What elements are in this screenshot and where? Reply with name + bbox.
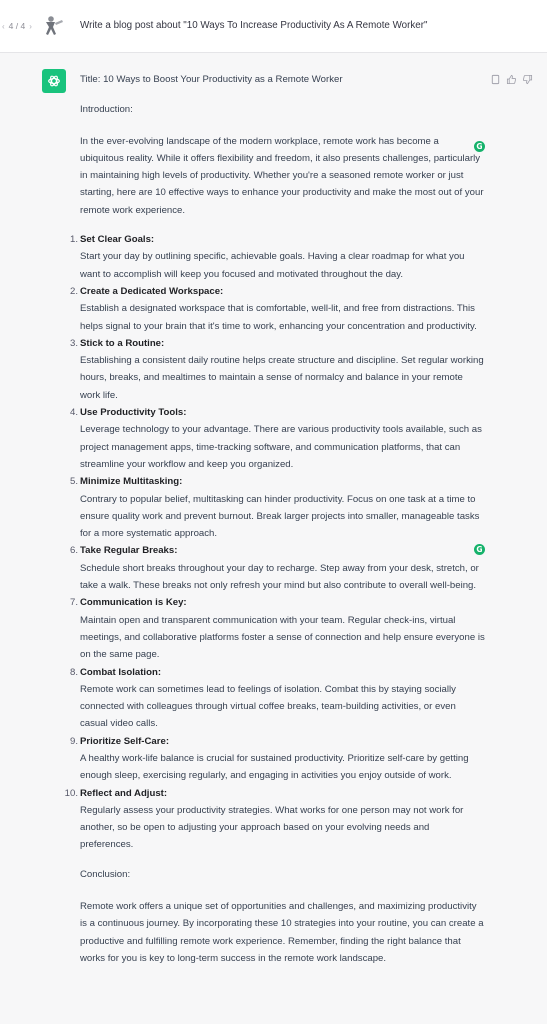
list-item: 3. Stick to a Routine: Establishing a co… (70, 335, 485, 404)
tip-title: Stick to a Routine: (80, 337, 165, 349)
list-number: 4. (69, 407, 78, 419)
tip-body: Contrary to popular belief, multitasking… (80, 493, 480, 540)
chatgpt-logo-icon (42, 69, 66, 93)
post-title: Title: 10 Ways to Boost Your Productivit… (80, 74, 343, 85)
assistant-response: Title: 10 Ways to Boost Your Productivit… (65, 53, 485, 967)
list-item: 2. Create a Dedicated Workspace: Establi… (70, 283, 485, 335)
intro-heading: Introduction: (80, 104, 133, 116)
tip-title: Reflect and Adjust: (80, 787, 168, 799)
list-item: 8. Combat Isolation: Remote work can som… (70, 664, 485, 733)
conclusion-paragraph: Remote work offers a unique set of oppor… (80, 901, 484, 964)
message-actions (490, 72, 533, 85)
list-item: 4. Use Productivity Tools: Leverage tech… (70, 404, 485, 473)
list-item: 1. Set Clear Goals: Start your day by ou… (70, 231, 485, 283)
chevron-left-icon[interactable]: ‹ (2, 22, 5, 31)
tip-body: Remote work can sometimes lead to feelin… (80, 683, 456, 730)
list-item: 5. Minimize Multitasking: Contrary to po… (70, 473, 485, 542)
tip-body: Regularly assess your productivity strat… (80, 804, 464, 851)
copy-icon[interactable] (490, 72, 501, 85)
tip-title: Take Regular Breaks: (80, 545, 178, 557)
list-number: 7. (69, 597, 78, 609)
grammarly-badge-icon[interactable]: G (474, 544, 485, 555)
response-pager: ‹ 4 / 4 › (2, 21, 32, 31)
user-message-row: ‹ 4 / 4 › Write a blog post about "10 Wa… (0, 0, 547, 53)
list-number: 6. (69, 545, 78, 557)
tip-title: Combat Isolation: (80, 666, 162, 678)
tip-title: Minimize Multitasking: (80, 476, 183, 488)
tip-body: Establish a designated workspace that is… (80, 303, 477, 332)
thumbs-down-icon[interactable] (522, 72, 533, 85)
tip-title: Use Productivity Tools: (80, 407, 187, 419)
tip-body: Start your day by outlining specific, ac… (80, 251, 465, 280)
tips-list: 1. Set Clear Goals: Start your day by ou… (65, 231, 485, 854)
list-item: 9. Prioritize Self-Care: A healthy work-… (70, 733, 485, 785)
tip-title: Prioritize Self-Care: (80, 735, 170, 747)
pager-label: 4 / 4 (8, 21, 26, 31)
list-item: 6. Take Regular Breaks: Schedule short b… (70, 542, 485, 594)
list-item: 10. Reflect and Adjust: Regularly assess… (65, 785, 485, 854)
intro-paragraph: In the ever-evolving landscape of the mo… (80, 135, 484, 216)
tip-body: Schedule short breaks throughout your da… (80, 562, 479, 592)
list-number: 1. (69, 234, 78, 246)
tip-body: Establishing a consistent daily routine … (80, 355, 484, 401)
assistant-message-row: Title: 10 Ways to Boost Your Productivit… (0, 53, 547, 1024)
tip-title: Communication is Key: (80, 597, 187, 609)
user-avatar-icon (46, 16, 63, 35)
list-number: 2. (69, 285, 78, 297)
chevron-right-icon[interactable]: › (29, 22, 32, 31)
list-number: 3. (69, 337, 78, 349)
user-prompt: Write a blog post about "10 Ways To Incr… (80, 20, 428, 31)
list-number: 5. (69, 476, 78, 488)
list-number: 9. (69, 735, 78, 747)
tip-body: Maintain open and transparent communicat… (80, 614, 485, 661)
tip-body: Leverage technology to your advantage. T… (80, 424, 482, 470)
conclusion-heading: Conclusion: (80, 868, 131, 880)
tip-title: Set Clear Goals: (80, 234, 155, 246)
list-number: 8. (69, 666, 78, 678)
thumbs-up-icon[interactable] (506, 72, 517, 85)
tip-title: Create a Dedicated Workspace: (80, 285, 224, 297)
list-number: 10. (64, 787, 78, 799)
grammarly-badge-icon[interactable]: G (474, 141, 485, 152)
tip-body: A healthy work-life balance is crucial f… (80, 752, 469, 782)
list-item: 7. Communication is Key: Maintain open a… (70, 594, 485, 663)
